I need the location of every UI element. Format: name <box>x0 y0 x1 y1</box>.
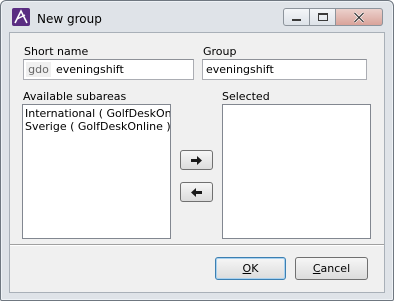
short-name-field[interactable]: gdo eveningshift <box>23 59 194 80</box>
available-subareas-list[interactable]: International ( GolfDeskOnline ) Sverige… <box>22 104 171 239</box>
maximize-button[interactable] <box>309 8 336 26</box>
ok-button-label: OK <box>242 262 259 275</box>
dialog-body: Short name gdo eveningshift Group evenin… <box>9 32 385 293</box>
close-button[interactable] <box>335 8 383 26</box>
list-item[interactable]: International ( GolfDeskOnline ) <box>23 107 170 120</box>
app-logo-icon <box>12 8 30 26</box>
list-item[interactable]: Sverige ( GolfDeskOnline ) <box>23 120 170 133</box>
arrow-right-icon <box>191 155 202 165</box>
selected-subareas-list[interactable] <box>222 104 371 239</box>
group-value: eveningshift <box>206 63 274 76</box>
divider <box>10 244 384 246</box>
short-name-label: Short name <box>24 45 89 58</box>
maximize-icon <box>317 13 328 21</box>
title-bar[interactable]: New group <box>2 2 392 32</box>
selected-label: Selected <box>222 90 270 103</box>
cancel-button[interactable]: Cancel <box>295 257 368 280</box>
remove-subarea-button[interactable] <box>180 182 213 202</box>
ok-button[interactable]: OK <box>215 257 286 280</box>
group-label: Group <box>203 45 237 58</box>
short-name-prefix: gdo <box>26 62 51 77</box>
short-name-value: eveningshift <box>56 63 124 76</box>
cancel-button-label: Cancel <box>312 262 351 275</box>
available-subareas-label: Available subareas <box>23 90 127 103</box>
arrow-left-icon <box>191 187 202 197</box>
dialog-window: New group Short name gdo eveningshift Gr… <box>0 0 394 301</box>
minimize-icon <box>292 19 301 21</box>
add-subarea-button[interactable] <box>180 150 213 170</box>
window-title: New group <box>37 12 102 26</box>
close-icon <box>353 11 365 23</box>
minimize-button[interactable] <box>283 8 310 26</box>
group-field[interactable]: eveningshift <box>202 59 367 80</box>
